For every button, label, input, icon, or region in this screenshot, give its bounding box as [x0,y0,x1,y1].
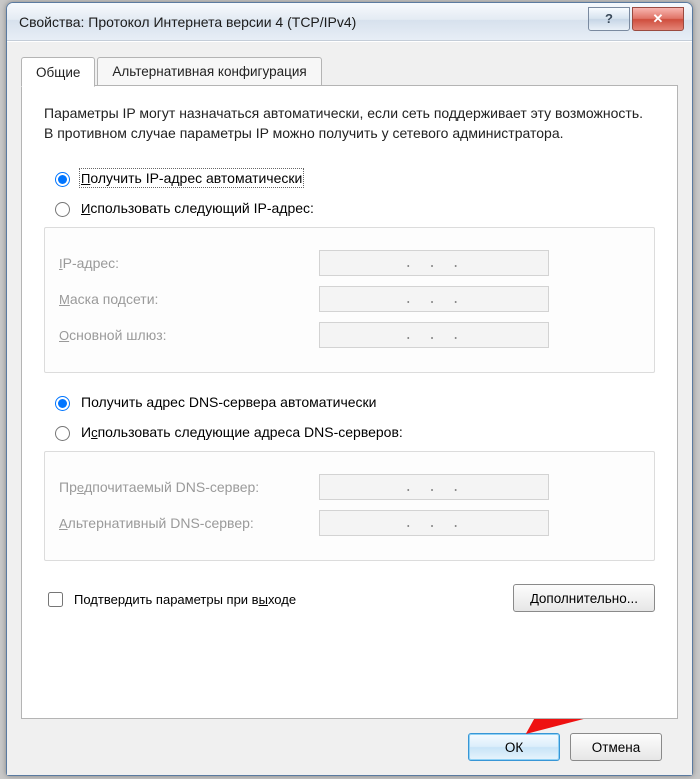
intro-text: Параметры IP могут назначаться автоматич… [44,104,655,143]
radio-dns-manual[interactable] [55,426,70,441]
titlebar[interactable]: Свойства: Протокол Интернета версии 4 (T… [7,3,692,41]
tab-panel-general: Параметры IP могут назначаться автоматич… [21,85,678,719]
label-dns-pref: Предпочитаемый DNS-сервер: [59,479,319,495]
help-icon: ? [605,11,613,26]
ok-button[interactable]: ОК [468,733,560,761]
window-title: Свойства: Протокол Интернета версии 4 (T… [19,14,588,30]
radio-ip-auto[interactable] [55,172,70,187]
radio-ip-manual[interactable] [55,202,70,217]
radio-dns-auto[interactable] [55,396,70,411]
input-dns-pref: . . . [319,474,549,500]
label-gateway: Основной шлюз: [59,327,319,343]
radio-dns-auto-row[interactable]: Получить адрес DNS-сервера автоматически [50,393,655,411]
dns-fields-group: Предпочитаемый DNS-сервер: . . . Альтерн… [44,451,655,561]
radio-ip-manual-row[interactable]: Использовать следующий IP-адрес: [50,199,655,217]
input-mask: . . . [319,286,549,312]
dialog-button-bar: ОК Отмена [21,719,678,761]
radio-dns-auto-label: Получить адрес DNS-сервера автоматически [81,394,376,410]
tab-general[interactable]: Общие [21,57,95,87]
input-dns-alt: . . . [319,510,549,536]
input-ip: . . . [319,250,549,276]
tab-alternate[interactable]: Альтернативная конфигурация [97,57,321,86]
label-mask: Маска подсети: [59,291,319,307]
radio-dns-manual-label: Использовать следующие адреса DNS-сервер… [81,424,403,440]
field-dns-alt: Альтернативный DNS-сервер: . . . [59,510,640,536]
radio-ip-auto-label: Получить IP-адрес автоматически [81,170,302,186]
titlebar-buttons: ? ✕ [588,13,684,31]
field-gateway: Основной шлюз: . . . [59,322,640,348]
close-button[interactable]: ✕ [632,7,684,31]
tab-strip: Общие Альтернативная конфигурация [21,56,678,86]
field-mask: Маска подсети: . . . [59,286,640,312]
client-area: Общие Альтернативная конфигурация Параме… [7,41,692,775]
radio-ip-manual-label: Использовать следующий IP-адрес: [81,200,314,216]
advanced-button[interactable]: Дополнительно... [513,584,655,612]
label-ip: IP-адрес: [59,255,319,271]
radio-ip-auto-row[interactable]: Получить IP-адрес автоматически [50,169,655,187]
field-ip: IP-адрес: . . . [59,250,640,276]
close-icon: ✕ [653,11,664,27]
ip-fields-group: IP-адрес: . . . Маска подсети: . . . Осн… [44,227,655,373]
cancel-button[interactable]: Отмена [570,733,662,761]
advanced-row: Дополнительно... [44,584,655,612]
dialog-window: Свойства: Протокол Интернета версии 4 (T… [6,2,693,776]
input-gateway: . . . [319,322,549,348]
help-button[interactable]: ? [588,7,630,31]
field-dns-pref: Предпочитаемый DNS-сервер: . . . [59,474,640,500]
radio-dns-manual-row[interactable]: Использовать следующие адреса DNS-сервер… [50,423,655,441]
label-dns-alt: Альтернативный DNS-сервер: [59,515,319,531]
